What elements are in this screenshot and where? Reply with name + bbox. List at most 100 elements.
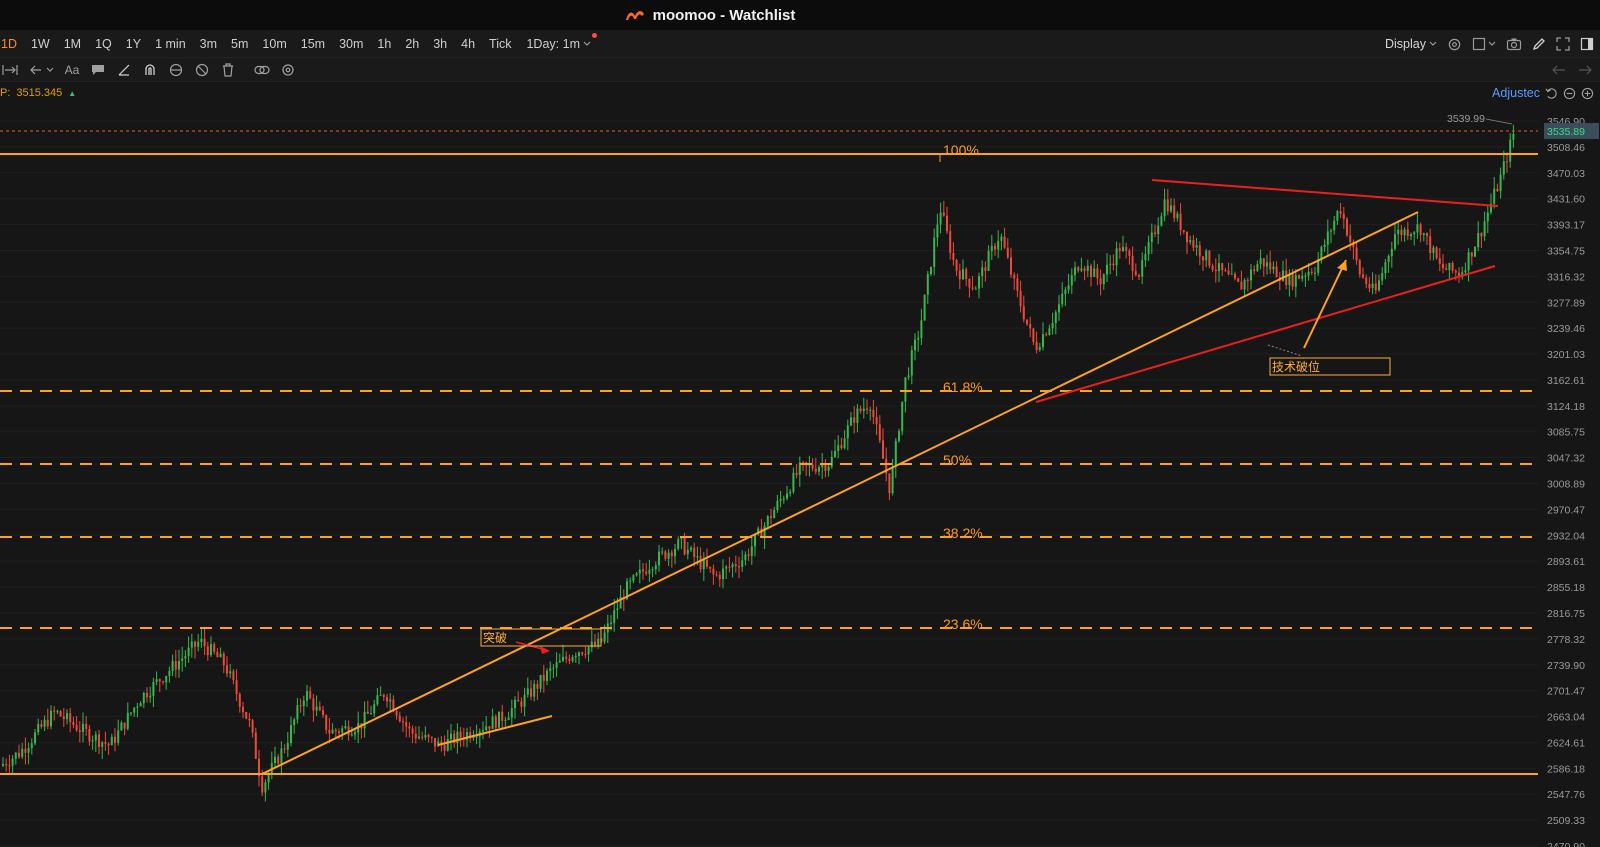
candle-body [142, 692, 145, 704]
price-axis-label: 2509.33 [1547, 815, 1585, 827]
candle-body [766, 516, 769, 526]
zoom-out-icon[interactable] [1563, 87, 1576, 100]
candle-body [859, 408, 862, 411]
candle-body [811, 464, 814, 469]
candle-body [1314, 272, 1316, 274]
candle-body [274, 756, 276, 764]
candle-body [1102, 274, 1105, 285]
tab-1w[interactable]: 1W [24, 37, 57, 51]
candle-body [1362, 274, 1364, 278]
candle-body [414, 733, 417, 739]
tab-1y[interactable]: 1Y [119, 37, 148, 51]
toolbar-settings-icon[interactable] [280, 62, 296, 78]
hide-icon[interactable] [194, 62, 210, 78]
candle-body [459, 731, 462, 738]
tab-2h[interactable]: 2h [398, 37, 426, 51]
tab-1min[interactable]: 1 min [148, 37, 193, 51]
magnet-icon[interactable] [142, 62, 158, 78]
candle-body [194, 641, 196, 647]
comment-icon[interactable] [90, 62, 106, 78]
candle-body [424, 734, 427, 738]
tab-5m[interactable]: 5m [224, 37, 255, 51]
candle-body [325, 714, 328, 730]
reset-icon[interactable] [1545, 87, 1558, 100]
candle-body [210, 644, 212, 656]
undo-icon[interactable] [1552, 64, 1566, 76]
tab-1h[interactable]: 1h [370, 37, 398, 51]
high-marker: 3539.99 [1447, 113, 1485, 125]
candle-body [91, 740, 94, 742]
candle-body [779, 499, 782, 501]
settings-gear-icon[interactable] [1447, 37, 1462, 52]
layout-selector[interactable] [1472, 37, 1496, 51]
tab-3m[interactable]: 3m [193, 37, 224, 51]
candle-body [1294, 275, 1297, 287]
line-tool-icon[interactable] [116, 62, 132, 78]
arrow-left-icon[interactable] [28, 62, 44, 78]
candle-body [37, 724, 40, 733]
candle-body [78, 730, 81, 732]
candle-body [584, 654, 587, 656]
candle-body [306, 691, 308, 701]
candle-body [926, 274, 929, 295]
candle-body [536, 684, 539, 689]
candle-body [1202, 256, 1204, 261]
price-axis-label: 3047.32 [1547, 453, 1585, 465]
candle-body [456, 731, 459, 744]
candle-body [1291, 273, 1294, 287]
price-axis-label: 3354.75 [1547, 245, 1585, 257]
candle-body [245, 712, 248, 719]
candle-body [341, 728, 344, 733]
candle-body [878, 424, 881, 441]
tab-3h[interactable]: 3h [426, 37, 454, 51]
tab-1q[interactable]: 1Q [88, 37, 119, 51]
candle-body [562, 656, 564, 661]
candle-body [1224, 270, 1227, 272]
camera-icon[interactable] [1506, 37, 1522, 51]
candle-body [1122, 246, 1124, 252]
candle-body [1042, 334, 1044, 348]
tab-4h[interactable]: 4h [454, 37, 482, 51]
zoom-in-icon[interactable] [1581, 87, 1594, 100]
fullscreen-icon[interactable] [1556, 37, 1570, 51]
candle-body [203, 638, 206, 647]
price-axis[interactable]: 3546.903508.463470.033431.603393.173354.… [1547, 116, 1585, 847]
candle-body [1381, 273, 1384, 281]
candle-body [1150, 232, 1153, 243]
candle-body [1301, 275, 1304, 279]
candle-body [590, 641, 593, 648]
candle-body [571, 656, 574, 661]
pencil-icon[interactable] [1532, 37, 1546, 51]
adjusted-toggle[interactable]: Adjustec [1492, 86, 1540, 100]
range-icon[interactable] [2, 62, 18, 78]
redo-icon[interactable] [1578, 64, 1592, 76]
candle-body [165, 676, 168, 683]
candle-body [1131, 255, 1134, 272]
candle-body [786, 493, 788, 499]
interval-select[interactable]: 1Day: 1m [518, 32, 597, 51]
tab-1d[interactable]: 1D [0, 37, 24, 51]
candle-body [1400, 229, 1403, 236]
eye-icon[interactable] [168, 62, 184, 78]
candle-body [1198, 245, 1201, 257]
candle-body [795, 472, 798, 475]
candle-body [616, 608, 619, 611]
trash-icon[interactable] [220, 62, 236, 78]
candle-body [850, 417, 852, 426]
link-icon[interactable] [254, 62, 270, 78]
tab-1m[interactable]: 1M [57, 37, 88, 51]
candle-body [1048, 328, 1051, 335]
chevron-down-icon[interactable] [46, 62, 54, 78]
tab-30m[interactable]: 30m [332, 37, 370, 51]
display-menu[interactable]: Display [1385, 37, 1437, 51]
tab-15m[interactable]: 15m [294, 37, 332, 51]
sidebar-toggle-icon[interactable] [1580, 37, 1594, 51]
tab-10m[interactable]: 10m [255, 37, 293, 51]
candle-body [120, 722, 123, 731]
candle-body [971, 287, 974, 289]
candlestick-chart[interactable]: 突破 技术破位 100% 61.8% 50% 38.2% 23.6% 3546.… [0, 102, 1600, 847]
tab-tick[interactable]: Tick [482, 37, 518, 51]
candle-body [238, 694, 241, 707]
candle-body [587, 647, 590, 655]
text-tool-icon[interactable]: Aa [64, 62, 80, 78]
